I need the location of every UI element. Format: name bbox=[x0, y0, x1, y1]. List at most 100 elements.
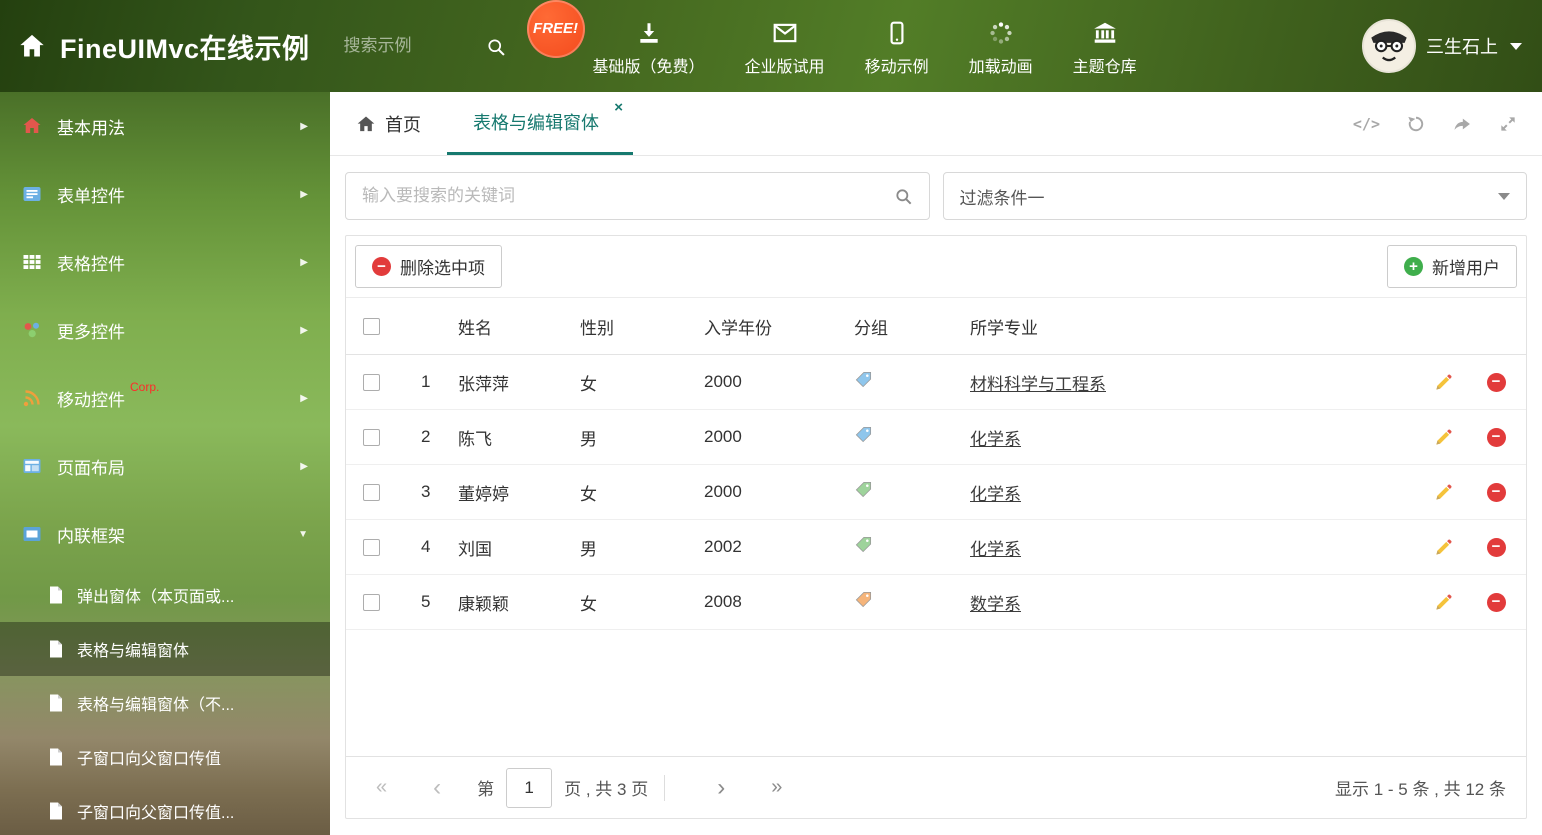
cell-gender: 女 bbox=[580, 594, 597, 614]
last-page-icon[interactable] bbox=[761, 776, 792, 799]
free-badge: FREE! bbox=[526, 0, 585, 58]
header-nav: FREE! 基础版（免费） 企业版试用 移动示例 加载动画 主题仓库 bbox=[526, 0, 1137, 77]
page-prefix: 第 bbox=[477, 780, 495, 799]
cell-gender: 男 bbox=[580, 429, 597, 449]
cell-name: 康颖颖 bbox=[458, 594, 509, 614]
fullscreen-icon[interactable] bbox=[1498, 114, 1518, 134]
sidebar-subitem-grid-edit-window[interactable]: 表格与编辑窗体 bbox=[0, 622, 330, 676]
sidebar-item-page-layout[interactable]: 页面布局 bbox=[0, 432, 330, 500]
col-gender[interactable]: 性别 bbox=[572, 314, 696, 339]
row-number: 4 bbox=[421, 537, 431, 556]
delete-button[interactable] bbox=[1466, 537, 1526, 557]
edit-button[interactable] bbox=[1420, 373, 1466, 392]
major-link[interactable]: 化学系 bbox=[970, 540, 1021, 559]
delete-button[interactable] bbox=[1466, 372, 1526, 392]
row-checkbox[interactable] bbox=[362, 593, 380, 611]
nav-label: 加载动画 bbox=[968, 58, 1033, 76]
sidebar-subitem-label: 表格与编辑窗体（不... bbox=[77, 697, 235, 714]
sidebar-subitem-grid-edit-window-2[interactable]: 表格与编辑窗体（不... bbox=[0, 676, 330, 730]
sidebar-subitem-child-to-parent-2[interactable]: 子窗口向父窗口传值... bbox=[0, 784, 330, 835]
main-area: 首页 表格与编辑窗体 × </> 输入要搜索的关键词 过滤条件一 − 删除选中项… bbox=[330, 92, 1542, 835]
edit-button[interactable] bbox=[1420, 538, 1466, 557]
row-checkbox[interactable] bbox=[362, 373, 380, 391]
row-checkbox[interactable] bbox=[362, 428, 380, 446]
source-code-icon[interactable] bbox=[1353, 115, 1380, 133]
next-page-icon[interactable] bbox=[707, 774, 735, 802]
content-area: 过滤条件一 删除选中项 新增用户 bbox=[330, 156, 1542, 835]
app-title: FineUIMvc在线示例 bbox=[60, 33, 310, 64]
filter-dropdown[interactable]: 过滤条件一 bbox=[942, 172, 1527, 220]
nav-item-loading-animation[interactable]: 加载动画 bbox=[969, 16, 1033, 77]
page-number-input[interactable] bbox=[506, 767, 553, 808]
delete-selected-button[interactable]: 删除选中项 bbox=[355, 245, 502, 288]
table-row: 5 康颖颖 女 2008 数学系 bbox=[346, 575, 1526, 630]
row-checkbox[interactable] bbox=[362, 538, 380, 556]
edit-button[interactable] bbox=[1420, 483, 1466, 502]
cell-group bbox=[846, 590, 962, 614]
edit-button[interactable] bbox=[1420, 593, 1466, 612]
minus-circle-icon bbox=[1486, 537, 1506, 557]
share-icon[interactable] bbox=[1452, 114, 1472, 134]
prev-page-icon[interactable] bbox=[423, 774, 451, 802]
major-link[interactable]: 材料科学与工程系 bbox=[970, 375, 1106, 394]
sidebar-subitem-label: 子窗口向父窗口传值... bbox=[77, 805, 235, 822]
col-group[interactable]: 分组 bbox=[846, 314, 962, 339]
sidebar-subitem-popup-window[interactable]: 弹出窗体（本页面或... bbox=[0, 568, 330, 622]
delete-button[interactable] bbox=[1466, 482, 1526, 502]
minus-circle-icon bbox=[1486, 592, 1506, 612]
first-page-icon[interactable] bbox=[366, 776, 397, 799]
delete-button[interactable] bbox=[1466, 592, 1526, 612]
sidebar-subitem-label: 表格与编辑窗体 bbox=[77, 643, 190, 660]
user-menu[interactable]: 三生石上 bbox=[1362, 19, 1542, 73]
header-search-input[interactable] bbox=[343, 36, 476, 56]
sidebar-item-form-controls[interactable]: 表单控件 bbox=[0, 160, 330, 228]
nav-item-basic-free[interactable]: FREE! 基础版（免费） bbox=[526, 0, 705, 77]
sidebar-item-mobile-controls[interactable]: 移动控件 Corp. bbox=[0, 364, 330, 432]
add-user-button[interactable]: 新增用户 bbox=[1387, 245, 1517, 288]
close-icon[interactable] bbox=[614, 99, 623, 116]
nav-item-enterprise-trial[interactable]: 企业版试用 bbox=[745, 16, 825, 77]
app-logo[interactable]: FineUIMvc在线示例 bbox=[0, 27, 310, 66]
nav-item-mobile-demo[interactable]: 移动示例 bbox=[865, 16, 929, 77]
keyword-search-box bbox=[345, 172, 930, 220]
cell-year: 2002 bbox=[704, 537, 742, 556]
minus-circle-icon bbox=[1486, 427, 1506, 447]
delete-button[interactable] bbox=[1466, 427, 1526, 447]
major-link[interactable]: 化学系 bbox=[970, 430, 1021, 449]
pagination-bar: 第 页 , 共 3 页 显示 1 - 5 条 , 共 12 条 bbox=[346, 756, 1526, 818]
form-icon bbox=[22, 184, 42, 204]
select-all-checkbox[interactable] bbox=[362, 317, 380, 335]
tag-icon bbox=[854, 535, 873, 554]
chevron-right-icon bbox=[300, 325, 308, 336]
tab-home[interactable]: 首页 bbox=[330, 92, 447, 155]
nav-item-theme-store[interactable]: 主题仓库 bbox=[1073, 16, 1137, 77]
col-year[interactable]: 入学年份 bbox=[696, 314, 846, 339]
search-icon[interactable] bbox=[486, 37, 505, 56]
avatar[interactable] bbox=[1362, 19, 1416, 73]
cell-gender: 男 bbox=[580, 539, 597, 559]
grid-toolbar: 删除选中项 新增用户 bbox=[346, 236, 1526, 298]
cell-group bbox=[846, 480, 962, 504]
major-link[interactable]: 化学系 bbox=[970, 485, 1021, 504]
file-icon bbox=[48, 802, 64, 820]
sidebar-item-more-controls[interactable]: 更多控件 bbox=[0, 296, 330, 364]
col-major[interactable]: 所学专业 bbox=[962, 314, 1420, 339]
row-checkbox[interactable] bbox=[362, 483, 380, 501]
tab-grid-edit-window[interactable]: 表格与编辑窗体 bbox=[447, 92, 633, 155]
search-icon[interactable] bbox=[894, 187, 913, 206]
top-header: FineUIMvc在线示例 FREE! 基础版（免费） 企业版试用 bbox=[0, 0, 1542, 92]
row-number: 3 bbox=[421, 482, 431, 501]
sidebar-item-inline-frame[interactable]: 内联框架 bbox=[0, 500, 330, 568]
sidebar-subitem-child-to-parent[interactable]: 子窗口向父窗口传值 bbox=[0, 730, 330, 784]
nav-label: 移动示例 bbox=[864, 58, 929, 76]
col-name[interactable]: 姓名 bbox=[450, 314, 572, 339]
refresh-icon[interactable] bbox=[1406, 114, 1426, 134]
chevron-down-icon bbox=[298, 529, 308, 540]
edit-button[interactable] bbox=[1420, 428, 1466, 447]
sidebar-item-basic-usage[interactable]: 基本用法 bbox=[0, 92, 330, 160]
sidebar-item-grid-controls[interactable]: 表格控件 bbox=[0, 228, 330, 296]
major-link[interactable]: 数学系 bbox=[970, 595, 1021, 614]
user-name: 三生石上 bbox=[1426, 37, 1498, 57]
keyword-search-input[interactable] bbox=[362, 186, 894, 206]
caret-down-icon bbox=[1510, 42, 1522, 50]
